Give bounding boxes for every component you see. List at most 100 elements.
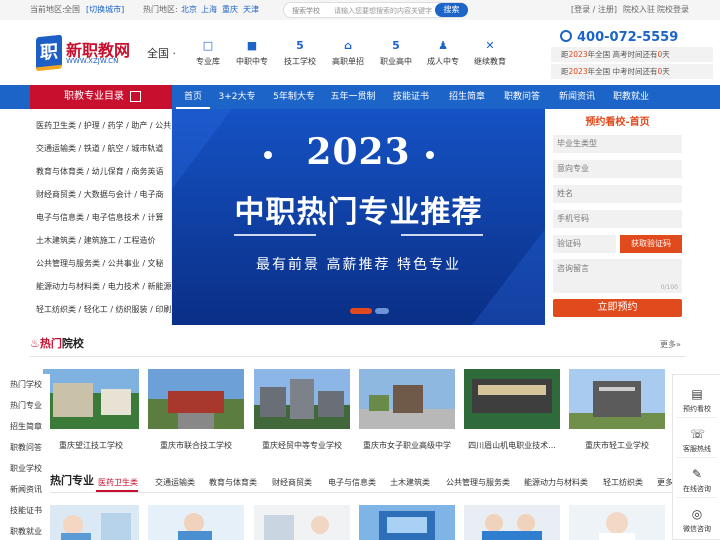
phone-field[interactable]: 手机号码 xyxy=(553,210,682,228)
category-item[interactable]: 财经商贸类 / 大数据与会计 / 电子商 xyxy=(36,189,164,201)
major-photo[interactable] xyxy=(43,505,139,540)
nav-news[interactable]: 新闻资讯 xyxy=(554,85,600,109)
left-float-item[interactable]: 热门专业 xyxy=(10,400,42,411)
login-register-link[interactable]: [登录 / 注册] xyxy=(571,5,617,15)
search-input[interactable]: 请输入您要想搜索的内容关键字 xyxy=(334,6,432,16)
banner-subtitle: 最有前景 高薪推荐 特色专业 xyxy=(256,257,461,273)
get-code-button[interactable]: 获取验证码 xyxy=(620,235,682,253)
left-float-item[interactable]: 技能证书 xyxy=(10,505,42,516)
nav-certificates[interactable]: 技能证书 xyxy=(388,85,434,109)
header-nav-vocational-high[interactable]: 5 职业高中 xyxy=(370,38,422,67)
carousel-indicator[interactable] xyxy=(375,308,389,314)
float-wechat[interactable]: ◎ 微信咨询 xyxy=(673,507,720,534)
major-photo[interactable] xyxy=(464,505,560,540)
search-type-select[interactable]: 搜索学校 xyxy=(292,6,320,16)
school-card[interactable]: 重庆市轻工业学校 xyxy=(569,369,665,451)
search-button[interactable]: 搜索 xyxy=(435,3,468,17)
left-float-item[interactable]: 新闻资讯 xyxy=(10,484,42,495)
school-card[interactable]: 重庆市联合技工学校 xyxy=(148,369,244,451)
nav-3plus2[interactable]: 3+2大专 xyxy=(214,85,260,109)
header-nav-vocational-college[interactable]: ⌂ 高职单招 xyxy=(322,38,374,67)
major-tab-more[interactable]: 更多 xyxy=(657,477,673,488)
hot-schools-more-link[interactable]: 更多» xyxy=(660,339,681,350)
float-hotline[interactable]: ☏ 客服热线 xyxy=(673,427,720,454)
school-photo xyxy=(43,369,139,429)
site-logo[interactable]: 职 新职教网 WWW.XZJW.CN xyxy=(36,32,136,76)
name-field[interactable]: 姓名 xyxy=(553,185,682,203)
major-tab-transport[interactable]: 交通运输类 xyxy=(155,477,195,488)
submit-booking-button[interactable]: 立即预约 xyxy=(553,299,682,317)
major-tab-energy[interactable]: 能源动力与材料类 xyxy=(524,477,588,488)
school-photo xyxy=(254,369,350,429)
booking-form-title: 预约看校-首页 xyxy=(585,117,650,128)
grad-type-select[interactable]: 毕业生类型 xyxy=(553,135,682,153)
nav-5year-integrated[interactable]: 五年一贯制 xyxy=(326,85,380,109)
school-card[interactable]: 四川眉山机电职业技术... xyxy=(464,369,560,451)
major-tab-medical[interactable]: 医药卫生类 xyxy=(98,477,138,488)
main-nav: 职教专业目录 首页 3+2大专 5年制大专 五年一贯制 技能证书 招生简章 职教… xyxy=(0,85,720,109)
intended-major-field[interactable]: 意向专业 xyxy=(553,160,682,178)
category-item[interactable]: 交通运输类 / 铁道 / 航空 / 城市轨道 xyxy=(36,143,163,155)
countdown-suffix: 天 xyxy=(662,50,670,59)
left-float-item[interactable]: 招生简章 xyxy=(10,421,42,432)
major-tab-construction[interactable]: 土木建筑类 xyxy=(390,477,430,488)
left-float-item[interactable]: 热门学校 xyxy=(10,379,42,390)
nav-home[interactable]: 首页 xyxy=(176,85,210,109)
header-nav-technical[interactable]: 5 技工学校 xyxy=(274,38,326,67)
category-item[interactable]: 能源动力与材料类 / 电力技术 / 新能源 xyxy=(36,281,171,293)
nav-5year-college[interactable]: 5年制大专 xyxy=(266,85,322,109)
float-online-chat[interactable]: ✎ 在线咨询 xyxy=(673,467,720,494)
category-item[interactable]: 医药卫生类 / 护理 / 药学 / 助产 / 公共 xyxy=(36,120,171,132)
section-divider xyxy=(30,356,685,357)
category-item[interactable]: 轻工纺织类 / 轻化工 / 纺织服装 / 印刷 xyxy=(36,304,171,316)
nav-employment[interactable]: 职教就业 xyxy=(608,85,654,109)
user-icon: ♟ xyxy=(438,39,448,52)
header-nav-adult[interactable]: ♟ 成人中专 xyxy=(417,38,469,67)
category-item[interactable]: 土木建筑类 / 建筑施工 / 工程造价 xyxy=(36,235,156,247)
captcha-field[interactable]: 验证码 xyxy=(553,235,616,253)
major-tab-finance[interactable]: 财经商贸类 xyxy=(272,477,312,488)
header-nav-secondary[interactable]: ■ 中职中专 xyxy=(226,38,278,67)
major-tab-textile[interactable]: 轻工纺织类 xyxy=(603,477,643,488)
banner-divider xyxy=(234,234,316,236)
school-card[interactable]: 重庆经贸中等专业学校 xyxy=(254,369,350,451)
nav-admissions[interactable]: 招生简章 xyxy=(444,85,490,109)
hot-city-link[interactable]: 天津 xyxy=(243,5,259,15)
hero-banner[interactable]: 2023 中职热门专业推荐 最有前景 高薪推荐 特色专业 xyxy=(172,109,545,325)
hot-city-link[interactable]: 北京 xyxy=(181,5,197,15)
left-float-item[interactable]: 职教就业 xyxy=(10,526,42,537)
category-item[interactable]: 教育与体育类 / 幼儿保育 / 商务英语 xyxy=(36,166,164,178)
region-selector[interactable]: 全国 · xyxy=(147,45,176,61)
school-join-link[interactable]: 院校入驻 xyxy=(623,5,655,15)
major-photo[interactable] xyxy=(569,505,665,540)
float-booking[interactable]: ▤ 预约看校 xyxy=(673,387,720,414)
hotline[interactable]: 400-072-5559 xyxy=(560,30,710,45)
carousel-indicator-active[interactable] xyxy=(350,308,372,314)
major-tab-electronics[interactable]: 电子与信息类 xyxy=(328,477,376,488)
header-nav-continuing[interactable]: ✕ 继续教育 xyxy=(464,38,516,67)
category-item[interactable]: 公共管理与服务类 / 公共事业 / 文秘 xyxy=(36,258,164,270)
school-photo xyxy=(569,369,665,429)
major-photo[interactable] xyxy=(254,505,350,540)
header-nav-label: 继续教育 xyxy=(474,57,506,66)
major-tab-education[interactable]: 教育与体育类 xyxy=(209,477,257,488)
school-name: 重庆市女子职业高级中学 xyxy=(363,441,451,450)
zhongkao-countdown: 距2023年全国 中考时间还有0天 xyxy=(551,64,713,79)
nav-qa[interactable]: 职教问答 xyxy=(499,85,545,109)
switch-city-link[interactable]: [切换城市] xyxy=(86,5,124,15)
category-menu-button[interactable]: 职教专业目录 xyxy=(30,85,172,109)
school-card[interactable]: 重庆望江技工学校 xyxy=(43,369,139,451)
hot-city-link[interactable]: 重庆 xyxy=(222,5,238,15)
major-tab-public-service[interactable]: 公共管理与服务类 xyxy=(446,477,510,488)
hot-city-link[interactable]: 上海 xyxy=(201,5,217,15)
major-photo[interactable] xyxy=(359,505,455,540)
school-login-link[interactable]: 院校登录 xyxy=(657,5,689,15)
left-float-item[interactable]: 职教问答 xyxy=(10,442,42,453)
category-item[interactable]: 电子与信息类 / 电子信息技术 / 计算 xyxy=(36,212,164,224)
left-float-item[interactable]: 职业学校 xyxy=(10,463,42,474)
major-photo[interactable] xyxy=(148,505,244,540)
form-icon: ▤ xyxy=(691,387,703,401)
message-field[interactable]: 咨询留言 0/100 xyxy=(553,259,682,293)
school-name: 重庆市轻工业学校 xyxy=(585,441,649,450)
school-card[interactable]: 重庆市女子职业高级中学 xyxy=(359,369,455,451)
